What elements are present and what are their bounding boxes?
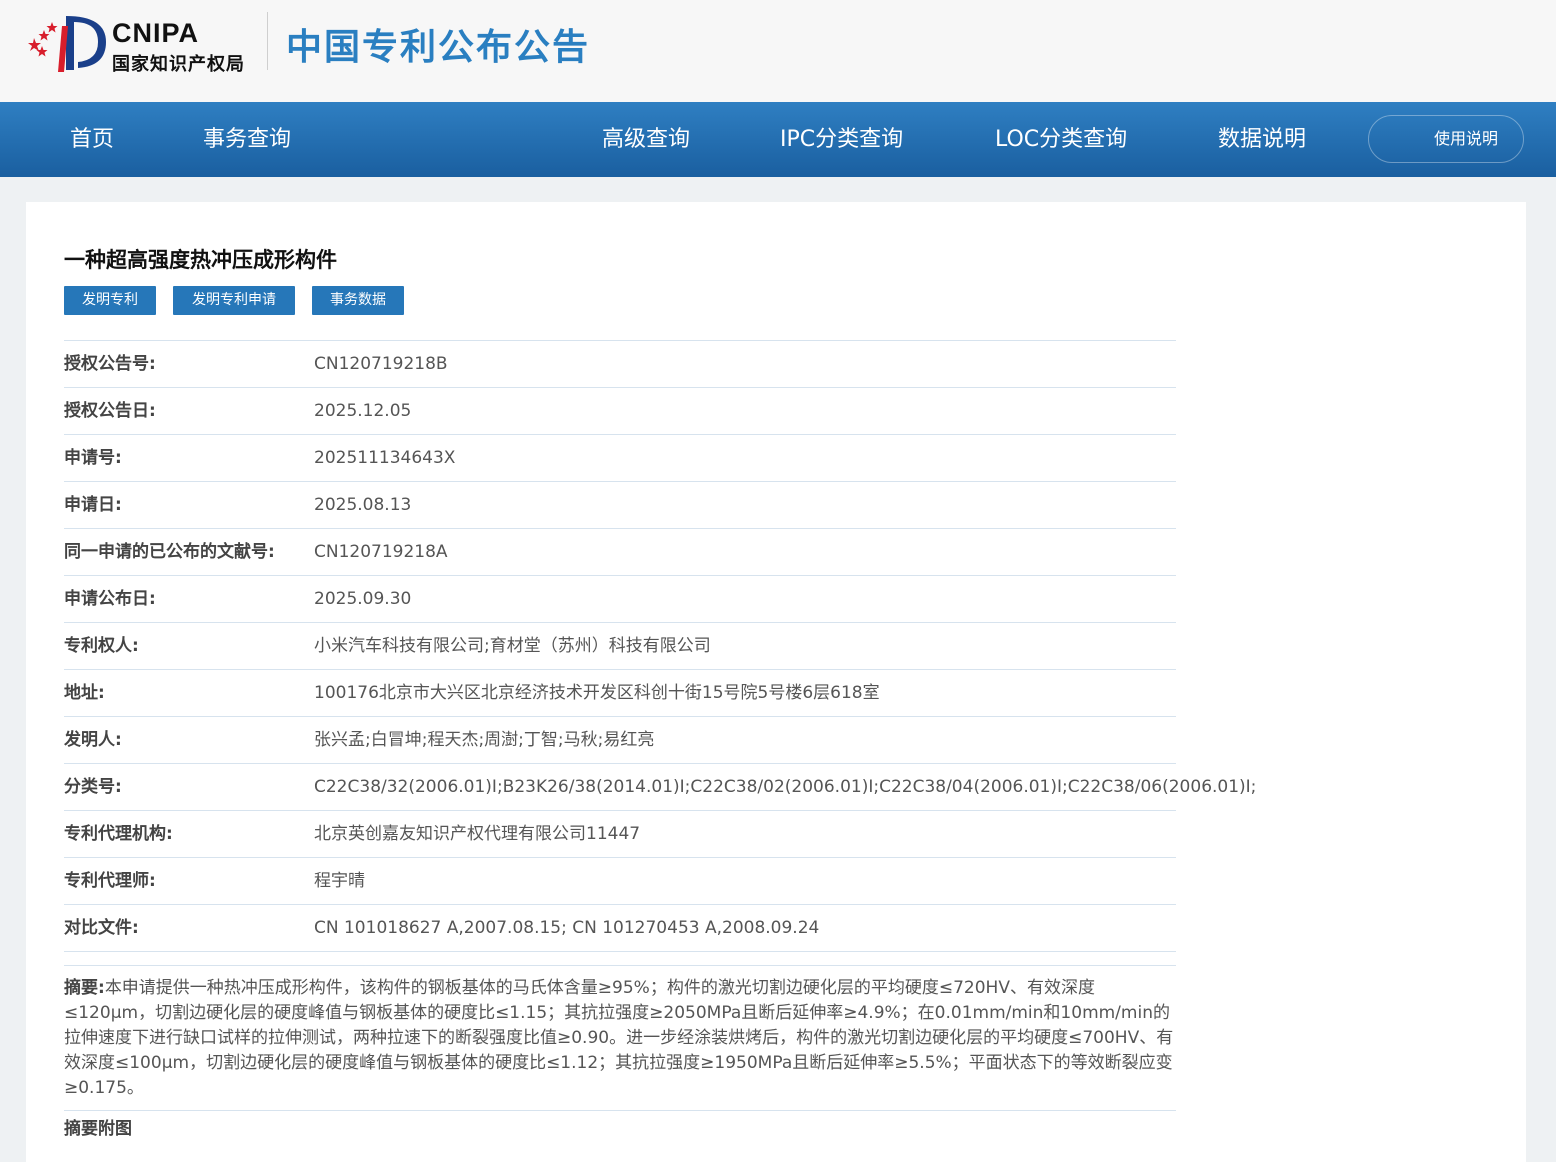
patent-detail-card: 一种超高强度热冲压成形构件 发明专利 发明专利申请 事务数据 授权公告号: CN… — [26, 202, 1526, 1162]
info-row-grant-number: 授权公告号: CN120719218B — [64, 340, 1176, 387]
field-value: 202511134643X — [314, 448, 456, 468]
field-label: 地址: — [64, 683, 105, 703]
main-nav: 首页 事务查询 高级查询 IPC分类查询 LOC分类查询 数据说明 使用说明 — [0, 102, 1556, 177]
field-value: 2025.12.05 — [314, 401, 412, 421]
info-row-grant-date: 授权公告日: 2025.12.05 — [64, 387, 1176, 434]
field-value: 程宇晴 — [314, 871, 365, 891]
nav-transaction-query[interactable]: 事务查询 — [203, 102, 291, 177]
logo-chinese-text: 国家知识产权局 — [112, 54, 245, 75]
field-label: 授权公告日: — [64, 401, 156, 421]
site-header: CNIPA 国家知识产权局 中国专利公布公告 — [0, 0, 1556, 102]
field-value: 小米汽车科技有限公司;育材堂（苏州）科技有限公司 — [314, 636, 711, 656]
cnipa-logo[interactable]: CNIPA 国家知识产权局 — [28, 10, 268, 75]
info-row-cited-documents: 对比文件: CN 101018627 A,2007.08.15; CN 1012… — [64, 904, 1176, 952]
field-label: 授权公告号: — [64, 354, 156, 374]
info-row-application-date: 申请日: 2025.08.13 — [64, 481, 1176, 528]
field-value: CN 101018627 A,2007.08.15; CN 101270453 … — [314, 918, 820, 938]
field-label: 分类号: — [64, 777, 122, 797]
info-row-published-doc-number: 同一申请的已公布的文献号: CN120719218A — [64, 528, 1176, 575]
site-title: 中国专利公布公告 — [286, 27, 591, 68]
field-value: 2025.08.13 — [314, 495, 412, 515]
field-value: CN120719218A — [314, 542, 448, 562]
header-divider — [267, 12, 268, 70]
field-label: 发明人: — [64, 730, 122, 750]
nav-loc-query[interactable]: LOC分类查询 — [995, 102, 1127, 177]
tag-invention-application[interactable]: 发明专利申请 — [173, 286, 295, 315]
field-value: 张兴孟;白冒坤;程天杰;周澍;丁智;马秋;易红亮 — [314, 730, 655, 750]
nav-ipc-query[interactable]: IPC分类查询 — [780, 102, 903, 177]
info-row-address: 地址: 100176北京市大兴区北京经济技术开发区科创十街15号院5号楼6层61… — [64, 669, 1176, 716]
info-row-agency: 专利代理机构: 北京英创嘉友知识产权代理有限公司11447 — [64, 810, 1176, 857]
abstract-label: 摘要: — [64, 978, 105, 998]
field-value: 北京英创嘉友知识产权代理有限公司11447 — [314, 824, 641, 844]
info-row-application-number: 申请号: 202511134643X — [64, 434, 1176, 481]
abstract-section: 摘要:本申请提供一种热冲压成形构件，该构件的钢板基体的马氏体含量≥95%；构件的… — [64, 965, 1176, 1101]
help-button-label: 使用说明 — [1433, 129, 1498, 148]
field-label: 申请号: — [64, 448, 122, 468]
info-row-inventors: 发明人: 张兴孟;白冒坤;程天杰;周澍;丁智;马秋;易红亮 — [64, 716, 1176, 763]
tag-invention-patent[interactable]: 发明专利 — [64, 286, 156, 315]
help-button[interactable]: 使用说明 — [1368, 115, 1524, 163]
info-row-classification: 分类号: C22C38/32(2006.01)I;B23K26/38(2014.… — [64, 763, 1256, 810]
field-label: 专利代理机构: — [64, 824, 173, 844]
field-value: 100176北京市大兴区北京经济技术开发区科创十街15号院5号楼6层618室 — [314, 683, 880, 703]
field-value: CN120719218B — [314, 354, 448, 374]
field-label: 申请日: — [64, 495, 122, 515]
patent-info-table: 授权公告号: CN120719218B 授权公告日: 2025.12.05 申请… — [64, 340, 1256, 952]
abstract-text: 本申请提供一种热冲压成形构件，该构件的钢板基体的马氏体含量≥95%；构件的激光切… — [64, 978, 1174, 1098]
patent-title: 一种超高强度热冲压成形构件 — [64, 248, 337, 272]
field-label: 申请公布日: — [64, 589, 156, 609]
nav-advanced-query[interactable]: 高级查询 — [602, 102, 690, 177]
abstract-divider — [64, 1110, 1176, 1111]
nav-data-description[interactable]: 数据说明 — [1218, 102, 1306, 177]
field-label: 专利权人: — [64, 636, 139, 656]
info-row-patentee: 专利权人: 小米汽车科技有限公司;育材堂（苏州）科技有限公司 — [64, 622, 1176, 669]
logo-english-text: CNIPA — [112, 18, 200, 48]
field-value: 2025.09.30 — [314, 589, 412, 609]
field-label: 对比文件: — [64, 918, 139, 938]
abstract-figure-heading: 摘要附图 — [64, 1119, 132, 1139]
info-row-publication-date: 申请公布日: 2025.09.30 — [64, 575, 1176, 622]
info-row-agent: 专利代理师: 程宇晴 — [64, 857, 1176, 904]
tag-transaction-data[interactable]: 事务数据 — [312, 286, 404, 315]
nav-home[interactable]: 首页 — [70, 102, 114, 177]
cnipa-emblem-icon — [28, 16, 106, 72]
field-label: 同一申请的已公布的文献号: — [64, 542, 275, 562]
field-label: 专利代理师: — [64, 871, 156, 891]
field-value: C22C38/32(2006.01)I;B23K26/38(2014.01)I;… — [314, 777, 1257, 797]
